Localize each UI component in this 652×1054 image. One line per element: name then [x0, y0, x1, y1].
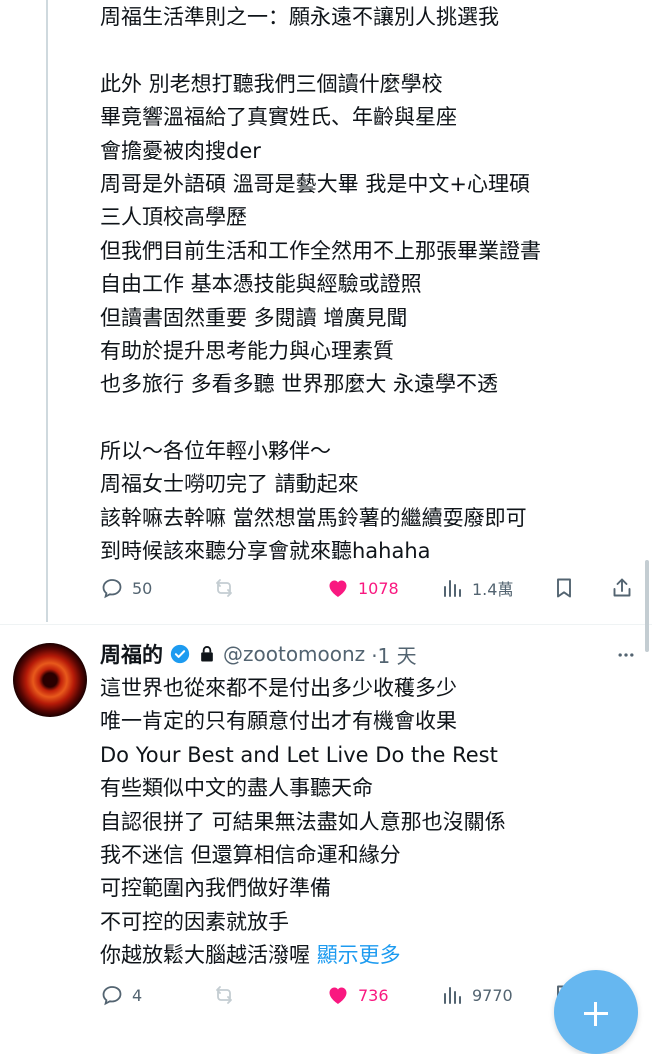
tweet-line: 畢竟響溫福給了真實姓氏、年齡與星座	[100, 105, 457, 130]
like-button[interactable]: 736	[326, 983, 389, 1007]
views-icon	[444, 987, 461, 1004]
tweet-line: 到時候該來聽分享會就來聽hahaha	[100, 539, 431, 564]
tweet-text: 周福生活準則之一：願永遠不讓別人挑選我 此外 別老想打聽我們三個讀什麼學校 畢竟響溫…	[100, 1, 541, 569]
share-button[interactable]	[610, 576, 634, 600]
tweet-line: 有助於提升思考能力與心理素質	[100, 338, 394, 363]
heart-filled-icon	[329, 580, 347, 597]
tweet-line: 會擔憂被肉搜der	[100, 138, 261, 163]
tweet-line: 你越放鬆大腦越活潑喔	[100, 943, 310, 967]
display-name[interactable]: 周福的	[100, 639, 163, 669]
tweet-actions: 50 1078 1.4萬	[100, 576, 640, 606]
share-icon	[613, 578, 631, 597]
reply-count: 4	[132, 985, 143, 1005]
tweet-line: 自由工作 基本憑技能與經驗或證照	[100, 272, 422, 297]
lock-icon	[201, 646, 213, 662]
tweet-line: 自認很拼了 可結果無法盡如人意那也沒關係	[100, 809, 506, 834]
post-time[interactable]: ·1 天	[371, 640, 416, 669]
heart-filled-icon	[329, 987, 347, 1004]
tweet-line: 三人頂校高學歷	[100, 205, 247, 230]
tweet-line: Do Your Best and Let Live Do the Rest	[100, 742, 498, 767]
views-button[interactable]: 9770	[440, 983, 513, 1007]
tweet-line: 該幹嘛去幹嘛 當然想當馬鈴薯的繼續耍廢即可	[100, 505, 527, 530]
tweet-line: 周哥是外語碩 溫哥是藝大畢 我是中文+心理碩	[100, 171, 530, 196]
tweet-line: 有些類似中文的盡人事聽天命	[100, 776, 373, 801]
bookmark-icon	[557, 578, 571, 598]
tweet-line: 這世界也從來都不是付出多少收穫多少	[100, 676, 457, 700]
retweet-button[interactable]	[212, 576, 236, 600]
retweet-icon	[216, 579, 232, 597]
tweet-text: 這世界也從來都不是付出多少收穫多少 唯一肯定的只有願意付出才有機會收果 Do You…	[100, 672, 506, 939]
tweet-header: 周福的 @zootomoonz ·1 天	[100, 640, 417, 668]
tweet-line: 但讀書固然重要 多閱讀 增廣見聞	[100, 305, 408, 330]
tweet-line: 可控範圍內我們做好準備	[100, 876, 331, 901]
tweet-line: 也多旅行 多看多聽 世界那麼大 永遠學不透	[100, 372, 499, 397]
views-button[interactable]: 1.4萬	[440, 576, 513, 600]
compose-button[interactable]	[554, 970, 638, 1054]
reply-count: 50	[132, 578, 153, 598]
like-count: 1078	[358, 578, 399, 598]
tweet-line: 我不迷信 但還算相信命運和緣分	[100, 842, 401, 867]
bookmark-button[interactable]	[552, 576, 576, 600]
avatar[interactable]	[13, 643, 87, 717]
reply-button[interactable]: 4	[100, 983, 142, 1007]
like-button[interactable]: 1078	[326, 576, 399, 600]
tweet-line: 不可控的因素就放手	[100, 909, 289, 934]
tweet-line: 周福女士嘮叨完了 請動起來	[100, 472, 359, 497]
reply-icon	[102, 579, 122, 599]
reply-icon	[102, 986, 122, 1006]
tweet-line: 唯一肯定的只有願意付出才有機會收果	[100, 709, 457, 734]
more-options-icon[interactable]	[616, 645, 636, 665]
show-more-link[interactable]: 顯示更多	[317, 943, 401, 967]
tweet-last-line: 你越放鬆大腦越活潑喔 顯示更多	[100, 939, 401, 972]
like-count: 736	[358, 985, 389, 1005]
retweet-icon	[216, 986, 232, 1004]
verified-badge-icon	[170, 644, 190, 664]
tweet-line: 周福生活準則之一：願永遠不讓別人挑選我	[100, 5, 499, 29]
retweet-button[interactable]	[212, 983, 236, 1007]
tweet-line: 但我們目前生活和工作全然用不上那張畢業證書	[100, 238, 541, 263]
tweet-line: 所以～各位年輕小夥伴～	[100, 439, 331, 464]
views-icon	[444, 580, 461, 597]
tweet-line: 此外 別老想打聽我們三個讀什麼學校	[100, 71, 443, 96]
reply-button[interactable]: 50	[100, 576, 152, 600]
view-count: 1.4萬	[472, 580, 514, 599]
scrollbar[interactable]	[645, 560, 649, 652]
thread-connector-line	[46, 0, 48, 622]
user-handle[interactable]: @zootomoonz	[223, 642, 365, 666]
tweet-divider	[0, 624, 652, 625]
view-count: 9770	[472, 985, 513, 1005]
